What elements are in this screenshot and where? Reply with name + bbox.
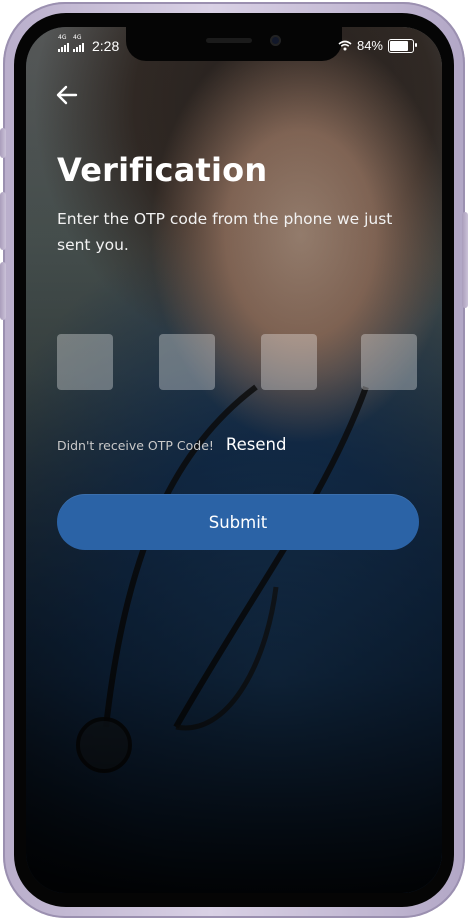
phone-side-button-right [462, 212, 468, 308]
back-button[interactable] [54, 83, 80, 107]
resend-row: Didn't receive OTP Code! Resend [57, 435, 286, 454]
app-screen: 4G 4G 2:28 84% Verification Enter the OT… [26, 27, 442, 893]
battery-icon [388, 38, 417, 53]
otp-digit-1[interactable] [57, 334, 113, 390]
page-title: Verification [57, 151, 268, 189]
phone-side-button-left-1 [0, 128, 6, 158]
status-bar: 4G 4G 2:28 84% [26, 27, 442, 61]
otp-digit-2[interactable] [159, 334, 215, 390]
wifi-icon [338, 40, 352, 51]
phone-side-button-left-3 [0, 262, 6, 320]
submit-button[interactable]: Submit [57, 494, 419, 550]
network-type-label: 4G [58, 33, 67, 41]
page-subtitle: Enter the OTP code from the phone we jus… [57, 210, 393, 254]
cell-signal-icon-2: 4G [73, 34, 84, 52]
resend-link[interactable]: Resend [226, 435, 287, 454]
network-type-label-2: 4G [73, 33, 82, 41]
otp-digit-3[interactable] [261, 334, 317, 390]
otp-input-group [57, 334, 419, 392]
phone-side-button-left-2 [0, 192, 6, 250]
resend-prompt: Didn't receive OTP Code! [57, 438, 214, 453]
arrow-left-icon [56, 85, 78, 105]
otp-digit-4[interactable] [361, 334, 417, 390]
battery-percent: 84% [356, 38, 383, 53]
status-time: 2:28 [92, 38, 120, 54]
cell-signal-icon: 4G [58, 34, 69, 52]
